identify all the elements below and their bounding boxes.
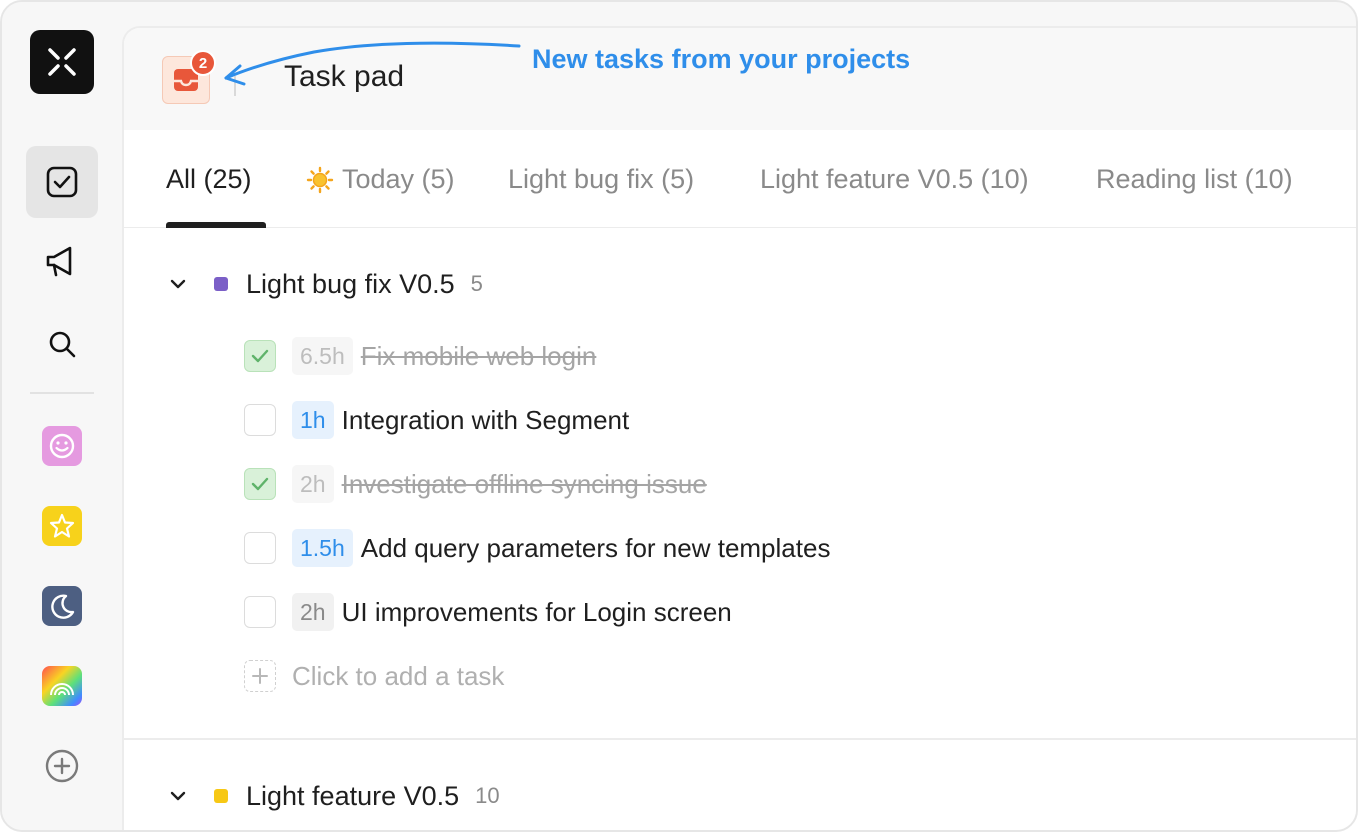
- task-estimate[interactable]: 2h: [292, 593, 334, 631]
- task-checkbox[interactable]: [244, 596, 276, 628]
- task-row[interactable]: 2h Investigate offline syncing issue: [244, 464, 707, 504]
- nav-search[interactable]: [26, 308, 98, 380]
- add-task-icon[interactable]: [244, 660, 276, 692]
- logo-icon: [48, 48, 76, 76]
- group-color-dot: [214, 277, 228, 291]
- chevron-down-icon[interactable]: [168, 274, 188, 294]
- sun-icon: [306, 166, 334, 193]
- task-estimate[interactable]: 1h: [292, 401, 334, 439]
- page-header: 2 Task pad New tasks from your projects: [124, 28, 1356, 130]
- nav-announcements[interactable]: [26, 226, 98, 298]
- group-header[interactable]: Light bug fix V0.5 5: [168, 264, 483, 304]
- annotation-text: New tasks from your projects: [532, 44, 911, 74]
- megaphone-icon: [46, 246, 72, 277]
- task-check-icon: [46, 166, 78, 198]
- app-logo[interactable]: [30, 30, 94, 94]
- task-row[interactable]: 2h UI improvements for Login screen: [244, 592, 732, 632]
- project-smiley[interactable]: [42, 426, 82, 466]
- task-title[interactable]: Fix mobile web login: [361, 341, 597, 372]
- task-estimate[interactable]: 1.5h: [292, 529, 353, 567]
- smiley-icon: [49, 433, 75, 459]
- task-estimate[interactable]: 2h: [292, 465, 334, 503]
- nav-tasks[interactable]: [26, 146, 98, 218]
- tab-light-feature[interactable]: Light feature V0.5 (10): [760, 164, 1029, 195]
- project-moon[interactable]: [42, 586, 82, 626]
- task-row[interactable]: 6.5h Fix mobile web login: [244, 336, 596, 376]
- tab-bar: All (25) Today (5) Light bug fix (5) Lig…: [124, 130, 1356, 228]
- group-count: 5: [470, 271, 483, 296]
- add-task-placeholder[interactable]: Click to add a task: [292, 661, 504, 692]
- chevron-down-icon[interactable]: [168, 786, 188, 806]
- tab-light-bug-fix[interactable]: Light bug fix (5): [508, 164, 694, 195]
- task-checkbox[interactable]: [244, 340, 276, 372]
- task-estimate[interactable]: 6.5h: [292, 337, 353, 375]
- inbox-badge: 2: [190, 50, 216, 76]
- annotation-arrow-icon: [224, 41, 521, 86]
- plus-icon: [252, 668, 268, 684]
- rainbow-icon: [50, 683, 74, 696]
- tab-all[interactable]: All (25): [166, 164, 252, 195]
- app-window: 2 Task pad New tasks from your projects …: [0, 0, 1358, 832]
- project-rainbow[interactable]: [42, 666, 82, 706]
- group-title: Light feature V0.5: [246, 780, 460, 811]
- group-color-dot: [214, 789, 228, 803]
- group-title: Light bug fix V0.5: [246, 268, 455, 299]
- active-tab-indicator: [166, 222, 266, 228]
- task-title[interactable]: UI improvements for Login screen: [342, 597, 732, 628]
- task-checkbox[interactable]: [244, 532, 276, 564]
- moon-icon: [51, 594, 75, 619]
- group-header[interactable]: Light feature V0.5 10: [168, 776, 500, 816]
- project-star[interactable]: [42, 506, 82, 546]
- plus-circle-icon: [45, 749, 79, 783]
- group-divider: [124, 738, 1356, 740]
- task-checkbox[interactable]: [244, 468, 276, 500]
- task-checkbox[interactable]: [244, 404, 276, 436]
- task-title[interactable]: Integration with Segment: [342, 405, 630, 436]
- sidebar-divider: [30, 392, 94, 394]
- group-count: 10: [475, 783, 500, 808]
- tab-today-label: Today (5): [342, 164, 455, 194]
- sidebar: [2, 2, 122, 830]
- task-title[interactable]: Add query parameters for new templates: [361, 533, 831, 564]
- check-icon: [251, 349, 269, 363]
- task-row[interactable]: 1.5h Add query parameters for new templa…: [244, 528, 830, 568]
- search-icon: [49, 331, 76, 358]
- star-icon: [49, 513, 75, 538]
- task-title[interactable]: Investigate offline syncing issue: [342, 469, 707, 500]
- add-project-button[interactable]: [42, 746, 82, 786]
- check-icon: [251, 477, 269, 491]
- tab-today[interactable]: Today (5): [306, 164, 455, 195]
- main-panel: 2 Task pad New tasks from your projects …: [122, 26, 1356, 830]
- add-task-row[interactable]: Click to add a task: [244, 656, 504, 696]
- tab-reading-list[interactable]: Reading list (10): [1096, 164, 1293, 195]
- task-row[interactable]: 1h Integration with Segment: [244, 400, 629, 440]
